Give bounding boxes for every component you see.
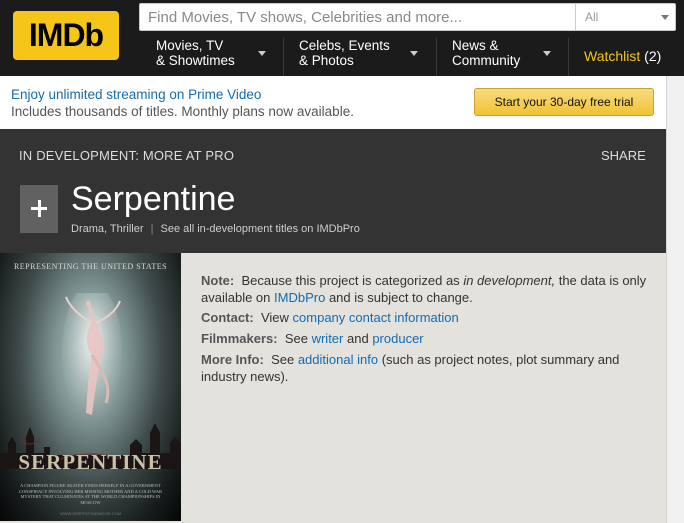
prime-promo-banner: Enjoy unlimited streaming on Prime Video… bbox=[0, 76, 666, 129]
add-to-watchlist-plus-icon[interactable] bbox=[20, 185, 58, 233]
meta-separator: | bbox=[150, 223, 154, 235]
more-info-label: More Info: bbox=[201, 352, 264, 367]
watchlist-label: Watchlist bbox=[584, 48, 641, 64]
more-info-text: See bbox=[271, 352, 295, 367]
note-row: Note: Because this project is categorize… bbox=[201, 272, 656, 306]
in-development-label[interactable]: IN DEVELOPMENT: MORE AT PRO bbox=[19, 148, 234, 163]
search-category-value: All bbox=[585, 10, 599, 24]
nav-news-line1: News & bbox=[452, 38, 499, 53]
note-label: Note: bbox=[201, 273, 235, 288]
note-emphasis: in development, bbox=[463, 273, 556, 288]
nav-news-community[interactable]: News & Community bbox=[452, 38, 552, 76]
share-button[interactable]: SHARE bbox=[601, 148, 646, 163]
nav-divider bbox=[283, 38, 284, 76]
free-trial-button[interactable]: Start your 30-day free trial bbox=[474, 88, 654, 116]
title-meta: Drama, Thriller | See all in-development… bbox=[71, 223, 360, 235]
watchlist-link[interactable]: Watchlist (2) bbox=[584, 48, 661, 64]
filmmakers-text: See bbox=[284, 331, 308, 346]
movie-poster[interactable]: REPRESENTING THE UNITED STATES SERPENTIN… bbox=[0, 253, 181, 521]
writer-link[interactable]: writer bbox=[312, 331, 344, 346]
chevron-down-icon bbox=[661, 15, 669, 20]
chevron-down-icon bbox=[258, 51, 266, 56]
imdb-logo[interactable]: IMDb bbox=[13, 11, 119, 60]
nav-divider bbox=[568, 38, 569, 76]
note-text-3: and is subject to change. bbox=[328, 290, 473, 305]
more-info-text-2: (such as project notes, plot summary and… bbox=[201, 352, 620, 384]
more-info-row: More Info: See additional info (such as … bbox=[201, 351, 656, 385]
and-text: and bbox=[347, 331, 369, 346]
search-input[interactable] bbox=[140, 4, 574, 30]
poster-top-text: REPRESENTING THE UNITED STATES bbox=[13, 262, 168, 271]
nav-news-line2: Community bbox=[452, 53, 521, 68]
note-text-1: Because this project is categorized as bbox=[241, 273, 460, 288]
prime-promo-subtitle: Includes thousands of titles. Monthly pl… bbox=[11, 104, 354, 119]
vertical-scrollbar[interactable] bbox=[666, 76, 684, 523]
filmmakers-row: Filmmakers: See writer and producer bbox=[201, 330, 656, 347]
nav-divider bbox=[436, 38, 437, 76]
filmmakers-label: Filmmakers: bbox=[201, 331, 278, 346]
watchlist-count: (2) bbox=[644, 48, 662, 64]
see-all-in-development-link[interactable]: See all in-development titles on IMDbPro bbox=[161, 223, 360, 235]
title-header: IN DEVELOPMENT: MORE AT PRO SHARE Serpen… bbox=[0, 129, 666, 253]
additional-info-link[interactable]: additional info bbox=[298, 352, 378, 367]
poster-tagline: A CHAMPION FIGURE SKATER FINDS HERSELF I… bbox=[18, 483, 163, 505]
contact-label: Contact: bbox=[201, 310, 254, 325]
nav-movies-line2: & Showtimes bbox=[156, 53, 235, 68]
main-content: REPRESENTING THE UNITED STATES SERPENTIN… bbox=[0, 253, 666, 523]
search-bar: All bbox=[139, 3, 676, 31]
nav-movies-tv[interactable]: Movies, TV & Showtimes bbox=[156, 38, 274, 76]
contact-row: Contact: View company contact informatio… bbox=[201, 309, 656, 326]
nav-celebs-events[interactable]: Celebs, Events & Photos bbox=[299, 38, 425, 76]
nav-movies-line1: Movies, TV bbox=[156, 38, 224, 53]
contact-text: View bbox=[260, 310, 289, 325]
imdbpro-link[interactable]: IMDbPro bbox=[274, 290, 325, 305]
producer-link[interactable]: producer bbox=[372, 331, 423, 346]
company-contact-link[interactable]: company contact information bbox=[293, 310, 459, 325]
top-navbar: IMDb All Movies, TV & Showtimes Celebs, … bbox=[0, 0, 684, 76]
page-title: Serpentine bbox=[71, 180, 236, 218]
nav-celebs-line2: & Photos bbox=[299, 53, 354, 68]
search-category-select[interactable]: All bbox=[575, 4, 675, 30]
prime-promo-title[interactable]: Enjoy unlimited streaming on Prime Video bbox=[11, 87, 261, 102]
nav-celebs-line1: Celebs, Events bbox=[299, 38, 390, 53]
poster-title: SERPENTINE bbox=[18, 450, 163, 474]
poster-url: WWW.SERPENTINEMOVIE.COM bbox=[59, 511, 122, 516]
chevron-down-icon bbox=[543, 51, 551, 56]
genres: Drama, Thriller bbox=[71, 223, 144, 235]
chevron-down-icon bbox=[410, 51, 418, 56]
